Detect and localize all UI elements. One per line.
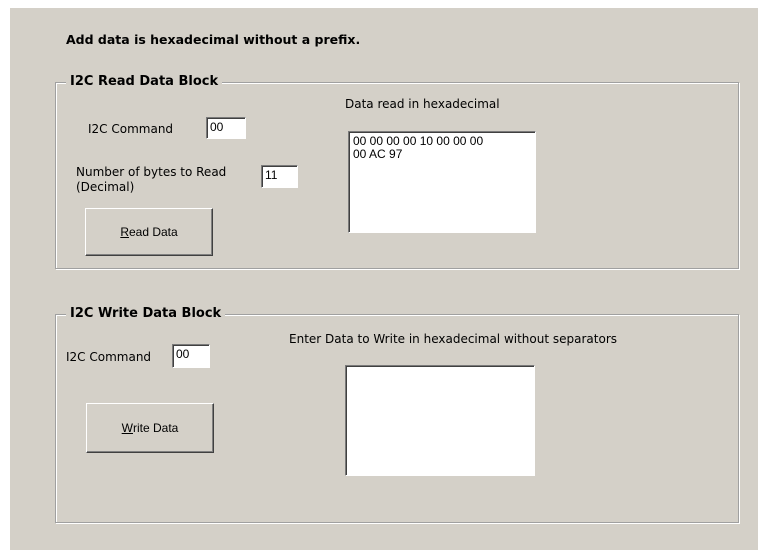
write-data-button[interactable]: Write Data [86,403,214,453]
instruction-text: Add data is hexadecimal without a prefix… [66,32,361,47]
write-command-label: I2C Command [66,350,152,364]
write-data-button-label: rite Data [132,421,179,435]
data-read-output[interactable]: 00 00 00 00 10 00 00 00 00 AC 97 [348,131,536,233]
read-command-input[interactable]: 00 [206,117,246,139]
write-data-group-title: I2C Write Data Block [66,306,226,322]
read-command-label: I2C Command [88,122,174,136]
data-read-label: Data read in hexadecimal [345,97,500,111]
bytes-to-read-label-line1: Number of bytes to Read [76,165,227,179]
bytes-to-read-input[interactable]: 11 [261,165,298,188]
write-data-button-mnemonic: W [121,421,133,435]
write-command-input[interactable]: 00 [172,344,210,368]
bytes-to-read-label-line2: (Decimal) [76,180,135,194]
read-data-button-label: ead Data [128,225,178,239]
write-data-input[interactable] [345,365,535,476]
read-data-group-title: I2C Read Data Block [66,74,223,90]
write-data-label: Enter Data to Write in hexadecimal witho… [289,332,618,346]
read-data-button-mnemonic: R [120,225,129,239]
read-data-button[interactable]: Read Data [85,208,213,256]
bytes-to-read-label: Number of bytes to Read (Decimal) [76,165,226,195]
